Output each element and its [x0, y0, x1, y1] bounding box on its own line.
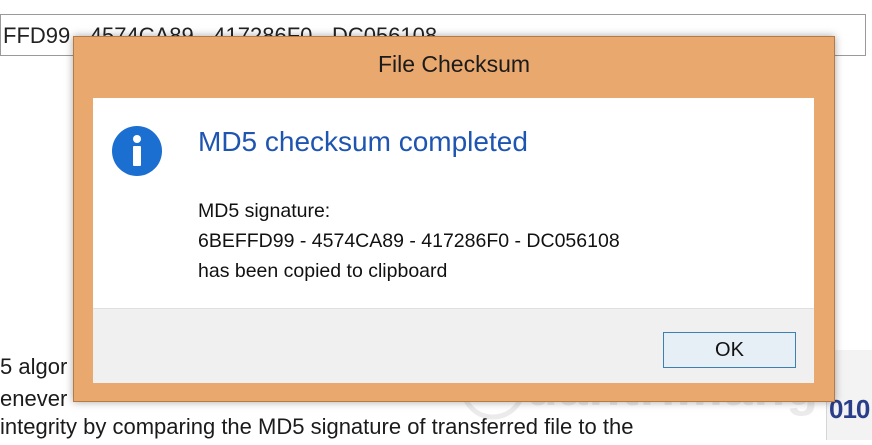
file-checksum-dialog: File Checksum MD5 checksum completed MD5… — [73, 36, 835, 402]
description-line: enever — [0, 386, 68, 411]
main-instruction: MD5 checksum completed — [198, 126, 528, 157]
content-line-label: MD5 signature: — [198, 200, 331, 222]
dialog-button-bar: OK — [93, 308, 814, 383]
dialog-content: MD5 signature: 6BEFFD99 - 4574CA89 - 417… — [198, 196, 620, 286]
dialog-body: MD5 checksum completed MD5 signature: 6B… — [93, 98, 814, 383]
content-line-status: has been copied to clipboard — [198, 260, 448, 282]
binary-graphic-text: 010 — [829, 394, 870, 424]
description-line: integrity by comparing the MD5 signature… — [0, 414, 634, 439]
dialog-title: File Checksum — [377, 51, 531, 77]
description-line: 5 algor — [0, 354, 68, 379]
background-top-strip — [0, 0, 872, 12]
content-line-signature: 6BEFFD99 - 4574CA89 - 417286F0 - DC05610… — [198, 230, 620, 252]
info-icon — [112, 126, 162, 176]
ok-button[interactable]: OK — [663, 332, 796, 368]
